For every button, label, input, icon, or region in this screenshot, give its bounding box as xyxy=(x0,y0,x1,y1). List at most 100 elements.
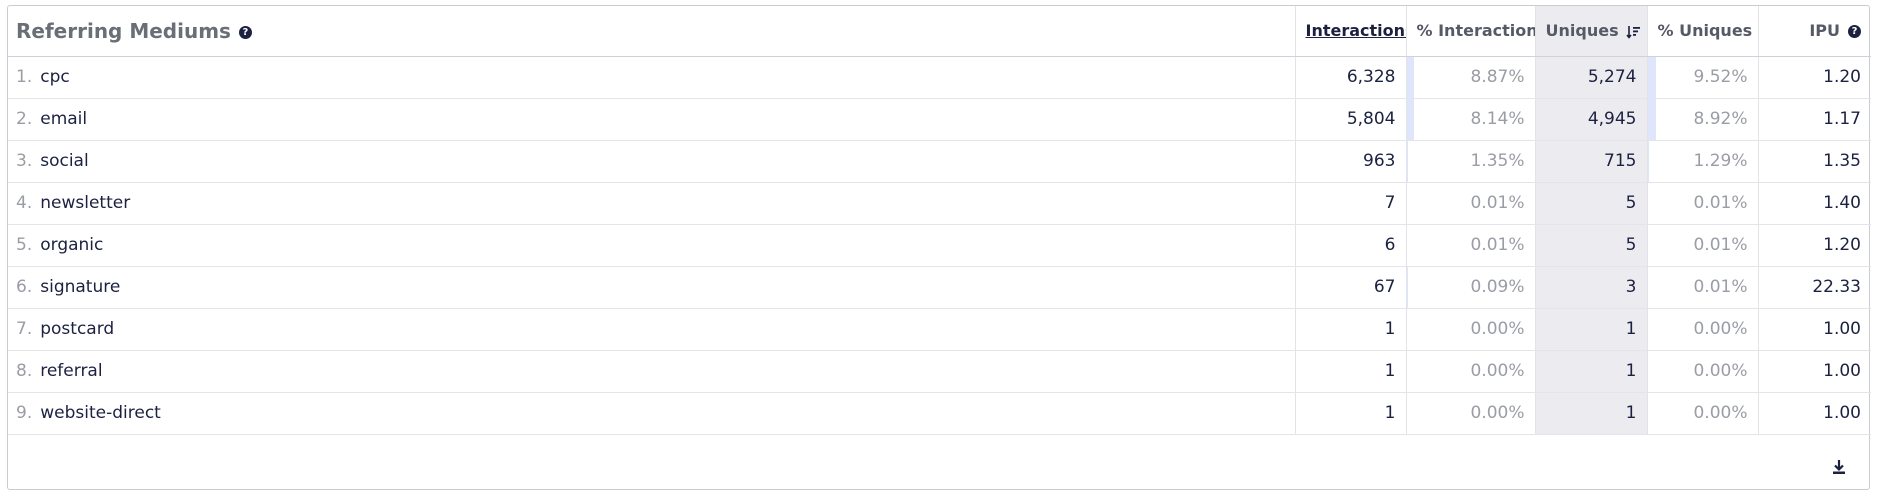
medium-cell[interactable]: 2. email xyxy=(8,98,1295,141)
uniques-cell: 4,945 xyxy=(1534,98,1647,141)
medium-name: referral xyxy=(40,361,103,381)
ipu-cell: 1.00 xyxy=(1757,392,1871,435)
pct-uniques-value: 1.29% xyxy=(1693,151,1748,171)
column-label-ipu: IPU xyxy=(1809,21,1840,41)
pct-interactions-value: 0.01% xyxy=(1470,193,1525,213)
pct-interactions-value: 8.14% xyxy=(1470,109,1525,129)
pct-interactions-bar xyxy=(1407,140,1408,181)
row-index: 7. xyxy=(16,319,33,339)
medium-cell[interactable]: 4. newsletter xyxy=(8,182,1295,225)
sort-descending-icon xyxy=(1626,25,1641,39)
column-header-interactions[interactable]: Interactions xyxy=(1294,6,1406,57)
row-index: 6. xyxy=(16,277,33,297)
page-title: Referring Mediums xyxy=(16,18,231,43)
table-row[interactable]: 1. cpc 6,328 8.87% 5,274 9.52% 1.20 xyxy=(8,56,1871,99)
ipu-cell: 1.17 xyxy=(1757,98,1871,141)
pct-uniques-value: 8.92% xyxy=(1693,109,1748,129)
medium-cell[interactable]: 5. organic xyxy=(8,224,1295,267)
referring-mediums-table: Referring Mediums? Interactions % Intera… xyxy=(8,6,1871,435)
pct-interactions-cell: 1.35% xyxy=(1405,140,1535,183)
table-title: Referring Mediums? xyxy=(8,6,1295,57)
interactions-cell: 1 xyxy=(1294,392,1406,435)
table-header-row: Referring Mediums? Interactions % Intera… xyxy=(8,6,1871,57)
interactions-cell: 7 xyxy=(1294,182,1406,225)
uniques-cell: 5,274 xyxy=(1534,56,1647,99)
medium-cell[interactable]: 6. signature xyxy=(8,266,1295,309)
medium-cell[interactable]: 8. referral xyxy=(8,350,1295,393)
ipu-cell: 1.40 xyxy=(1757,182,1871,225)
pct-uniques-bar xyxy=(1648,140,1649,181)
column-header-ipu[interactable]: IPU? xyxy=(1757,6,1871,57)
uniques-cell: 1 xyxy=(1534,392,1647,435)
uniques-cell: 715 xyxy=(1534,140,1647,183)
pct-interactions-cell: 0.00% xyxy=(1405,392,1535,435)
ipu-cell: 1.20 xyxy=(1757,56,1871,99)
pct-interactions-cell: 0.01% xyxy=(1405,182,1535,225)
column-header-pct-interactions[interactable]: % Interactions xyxy=(1405,6,1536,57)
pct-interactions-cell: 0.00% xyxy=(1405,308,1535,351)
pct-interactions-value: 8.87% xyxy=(1470,67,1525,87)
medium-name: website-direct xyxy=(40,403,161,423)
table-row[interactable]: 6. signature 67 0.09% 3 0.01% 22.33 xyxy=(8,266,1871,309)
medium-name: cpc xyxy=(40,67,70,87)
interactions-cell: 963 xyxy=(1294,140,1406,183)
pct-uniques-value: 0.01% xyxy=(1693,277,1748,297)
column-header-pct-uniques[interactable]: % Uniques xyxy=(1646,6,1758,57)
medium-cell[interactable]: 9. website-direct xyxy=(8,392,1295,435)
pct-interactions-cell: 0.01% xyxy=(1405,224,1535,267)
pct-uniques-bar xyxy=(1648,56,1657,97)
ipu-cell: 1.00 xyxy=(1757,350,1871,393)
pct-uniques-cell: 0.00% xyxy=(1646,350,1758,393)
table-body: 1. cpc 6,328 8.87% 5,274 9.52% 1.20 2. ema… xyxy=(8,56,1871,435)
pct-uniques-cell: 0.01% xyxy=(1646,224,1758,267)
table-footer xyxy=(8,441,1869,489)
medium-name: organic xyxy=(40,235,104,255)
interactions-cell: 6 xyxy=(1294,224,1406,267)
pct-interactions-value: 1.35% xyxy=(1470,151,1525,171)
pct-interactions-value: 0.00% xyxy=(1470,361,1525,381)
pct-uniques-value: 0.01% xyxy=(1693,235,1748,255)
medium-cell[interactable]: 1. cpc xyxy=(8,56,1295,99)
pct-interactions-cell: 0.00% xyxy=(1405,350,1535,393)
ipu-cell: 1.20 xyxy=(1757,224,1871,267)
column-label-pct-interactions: % Interactions xyxy=(1416,21,1536,41)
medium-name: postcard xyxy=(40,319,115,339)
row-index: 4. xyxy=(16,193,33,213)
pct-uniques-cell: 0.00% xyxy=(1646,392,1758,435)
pct-uniques-cell: 1.29% xyxy=(1646,140,1758,183)
interactions-cell: 1 xyxy=(1294,350,1406,393)
row-index: 9. xyxy=(16,403,33,423)
pct-uniques-value: 0.01% xyxy=(1693,193,1748,213)
pct-uniques-value: 0.00% xyxy=(1693,319,1748,339)
ipu-cell: 1.00 xyxy=(1757,308,1871,351)
medium-name: email xyxy=(40,109,88,129)
pct-interactions-cell: 8.14% xyxy=(1405,98,1535,141)
uniques-cell: 1 xyxy=(1534,308,1647,351)
table-row[interactable]: 7. postcard 1 0.00% 1 0.00% 1.00 xyxy=(8,308,1871,351)
column-header-uniques[interactable]: Uniques xyxy=(1534,6,1647,57)
table-row[interactable]: 8. referral 1 0.00% 1 0.00% 1.00 xyxy=(8,350,1871,393)
pct-uniques-cell: 0.00% xyxy=(1646,308,1758,351)
pct-uniques-value: 9.52% xyxy=(1693,67,1748,87)
interactions-cell: 5,804 xyxy=(1294,98,1406,141)
ipu-help-icon[interactable]: ? xyxy=(1848,25,1861,39)
medium-name: social xyxy=(40,151,89,171)
row-index: 1. xyxy=(16,67,33,87)
interactions-cell: 67 xyxy=(1294,266,1406,309)
download-icon[interactable] xyxy=(1831,459,1847,475)
column-label-uniques: Uniques xyxy=(1545,21,1619,41)
pct-interactions-cell: 0.09% xyxy=(1405,266,1535,309)
medium-cell[interactable]: 7. postcard xyxy=(8,308,1295,351)
medium-cell[interactable]: 3. social xyxy=(8,140,1295,183)
table-row[interactable]: 4. newsletter 7 0.01% 5 0.01% 1.40 xyxy=(8,182,1871,225)
uniques-cell: 5 xyxy=(1534,224,1647,267)
row-index: 5. xyxy=(16,235,33,255)
help-icon[interactable]: ? xyxy=(238,25,252,39)
ipu-cell: 1.35 xyxy=(1757,140,1871,183)
row-index: 8. xyxy=(16,361,33,381)
table-row[interactable]: 3. social 963 1.35% 715 1.29% 1.35 xyxy=(8,140,1871,183)
table-row[interactable]: 9. website-direct 1 0.00% 1 0.00% 1.00 xyxy=(8,392,1871,435)
table-row[interactable]: 2. email 5,804 8.14% 4,945 8.92% 1.17 xyxy=(8,98,1871,141)
table-row[interactable]: 5. organic 6 0.01% 5 0.01% 1.20 xyxy=(8,224,1871,267)
pct-interactions-value: 0.00% xyxy=(1470,403,1525,423)
